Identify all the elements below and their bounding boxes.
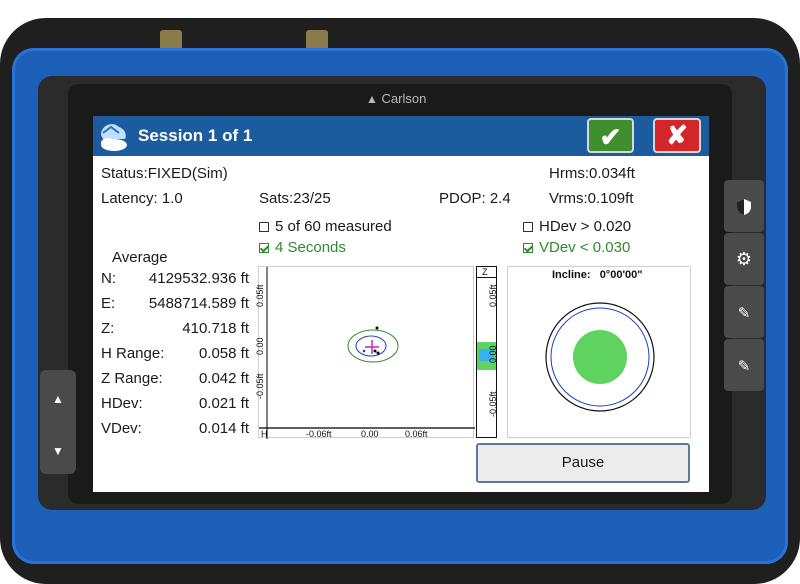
row-n-label: N: [101,270,116,287]
criteria-hdev-label: HDev > 0.020 [539,218,632,235]
brand-name: Carlson [381,91,427,106]
criteria-hdev[interactable]: HDev > 0.020 [523,218,631,235]
row-n-value: 4129532.936 ft [148,270,249,287]
carlson-logo-icon: ▲ [366,92,378,106]
criteria-vdev[interactable]: VDev < 0.030 [523,239,630,256]
z-deviation-bar: Z 0.05ft 0.00 -0.05ft [476,266,498,438]
edit-icon: ✎ [737,358,751,375]
row-z-value: 410.718 ft [182,320,249,337]
pause-button[interactable]: Pause [476,443,690,483]
criteria-seconds-label: 4 Seconds [275,239,346,256]
y-tick-bottom: -0.05ft [255,373,265,399]
page-title: Session 1 of 1 [138,126,253,145]
x-tick-mid: 0.00 [361,429,379,439]
plot-corner-label: H [261,429,268,439]
down-arrow-icon: ▼ [52,444,64,458]
fix-status: Status:FIXED(Sim) [101,165,228,182]
hardware-button-edit-2[interactable]: ✎ [724,339,764,391]
checkbox-checked-icon [259,243,269,253]
row-e-label: E: [101,295,116,312]
pdop-value: PDOP: 2.4 [439,190,511,207]
row-hrange-label: H Range: [101,345,165,362]
bubble-dot [573,330,627,384]
hardware-button-settings[interactable]: ⚙ [724,233,764,285]
scatter-point [373,349,377,353]
x-tick-right: 0.06ft [405,429,428,439]
hardware-button-shield[interactable] [724,180,764,232]
latency-value: Latency: 1.0 [101,190,183,207]
row-e-value: 5488714.589 ft [148,295,249,312]
row-z-label: Z: [101,320,115,337]
row-zrange-label: Z Range: [101,370,163,387]
gear-icon: ⚙ [735,249,753,269]
criteria-measured[interactable]: 5 of 60 measured [259,218,392,235]
row-vdev-label: VDev: [101,420,142,437]
row-hdev-label: HDev: [101,395,143,412]
checkmark-icon: ✔ [599,122,622,152]
brand-logo: ▲ Carlson [366,91,426,106]
hrms-value: Hrms:0.034ft [549,165,635,182]
hardware-button-edit-1[interactable]: ✎ [724,286,764,338]
average-heading: Average [112,249,168,266]
incline-panel: Incline: 0°00'00" [507,266,691,438]
error-ellipse-inner [355,335,387,357]
row-vdev-value: 0.014 ft [198,420,249,437]
cancel-button[interactable]: ✘ [653,118,701,153]
checkbox-unchecked-icon [259,222,269,232]
app-screen: Session 1 of 1 ✔ ✘ Status:FIXED(Sim) Hrm… [93,116,709,492]
edit-icon: ✎ [737,305,751,322]
z-tick-top: 0.05ft [488,284,498,307]
close-icon: ✘ [666,120,688,150]
accept-button[interactable]: ✔ [587,118,634,153]
up-arrow-icon: ▲ [52,392,64,406]
satellites-value: Sats:23/25 [259,190,331,207]
incline-bubble [545,302,655,412]
vrms-value: Vrms:0.109ft [549,190,634,207]
row-hdev-value: 0.021 ft [198,395,249,412]
z-tick-bottom: -0.05ft [488,391,498,417]
x-tick-left: -0.06ft [306,429,332,439]
checkbox-unchecked-icon [523,222,533,232]
scatter-plot-canvas [259,267,475,439]
volume-rocker[interactable]: ▲ ▼ [40,370,76,474]
checkbox-checked-icon [523,243,533,253]
scatter-point [362,349,366,353]
criteria-vdev-label: VDev < 0.030 [539,239,631,256]
z-tick-mid: 0.00 [488,345,498,363]
title-bar: Session 1 of 1 ✔ ✘ [93,116,709,156]
z-bar-divider [477,277,496,278]
y-tick-top: 0.05ft [255,284,265,307]
shield-icon [737,199,751,216]
z-bar-label: Z [482,267,488,277]
criteria-seconds[interactable]: 4 Seconds [259,239,346,256]
app-logo-icon [97,119,131,158]
y-tick-mid: 0.00 [255,337,265,355]
row-hrange-value: 0.058 ft [198,345,249,362]
criteria-measured-label: 5 of 60 measured [275,218,392,235]
scatter-point [375,326,379,330]
row-zrange-value: 0.042 ft [198,370,249,387]
horizontal-scatter-plot: 0.05ft 0.00 -0.05ft H -0.06ft 0.00 0.06f… [255,266,475,439]
scatter-point [376,351,380,355]
